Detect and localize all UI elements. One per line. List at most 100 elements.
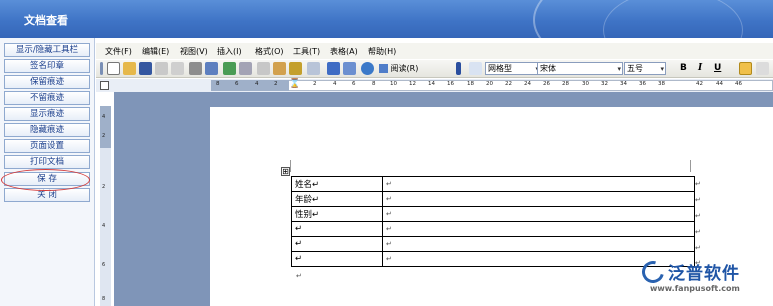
ruler-number: 2: [313, 81, 317, 87]
paragraph-mark: ↵: [695, 244, 701, 252]
print-document-button[interactable]: 打印文档: [4, 155, 90, 169]
paragraph-mark: ↵: [695, 228, 701, 236]
menu-insert[interactable]: 插入(I): [217, 46, 242, 57]
ruler-number: 36: [639, 81, 646, 87]
crop-mark: [290, 160, 291, 172]
print-icon[interactable]: [189, 62, 202, 75]
align-left-icon[interactable]: [739, 62, 752, 75]
vertical-ruler: 4 2 2 4 6 8: [100, 106, 111, 306]
crop-mark: [690, 160, 691, 172]
table-cell-label[interactable]: ↵: [291, 221, 383, 237]
show-revisions-button[interactable]: 显示痕迹: [4, 107, 90, 121]
table-style-value: 网格型: [488, 64, 512, 73]
table-cell-label[interactable]: ↵: [291, 236, 383, 252]
menu-file[interactable]: 文件(F): [105, 46, 132, 57]
cut-icon[interactable]: [257, 62, 270, 75]
hide-revisions-button[interactable]: 隐藏痕迹: [4, 123, 90, 137]
menu-edit[interactable]: 编辑(E): [142, 46, 169, 57]
ruler-number: 28: [562, 81, 569, 87]
table-row: 性别↵ ↵: [291, 206, 695, 222]
paragraph-mark: ↵: [296, 272, 302, 280]
table-move-handle-icon[interactable]: ⊞: [281, 167, 290, 176]
menu-tools[interactable]: 工具(T): [293, 46, 320, 57]
table-row: ↵ ↵: [291, 221, 695, 237]
help-icon[interactable]: [361, 62, 374, 75]
table-icon[interactable]: [343, 62, 356, 75]
signature-stamp-button[interactable]: 签名印章: [4, 59, 90, 73]
email-icon[interactable]: [171, 62, 184, 75]
ruler-number: 6: [235, 81, 239, 87]
menu-table[interactable]: 表格(A): [330, 46, 358, 57]
font-select[interactable]: 宋体 ▾: [537, 62, 623, 75]
toolbar-separator-icon: [456, 62, 461, 75]
ruler-number: 4: [102, 114, 106, 120]
ruler-number: 34: [620, 81, 627, 87]
ruler-number: 4: [102, 223, 106, 229]
title-decoration-inner: [603, 0, 743, 38]
format-painter-icon[interactable]: [289, 62, 302, 75]
table-cell-value[interactable]: ↵: [382, 206, 695, 222]
no-revisions-button[interactable]: 不留痕迹: [4, 91, 90, 105]
ruler-margin-top: [100, 106, 111, 148]
ruler-number: 44: [716, 81, 723, 87]
font-value: 宋体: [540, 64, 556, 73]
open-folder-icon[interactable]: [123, 62, 136, 75]
font-size-select[interactable]: 五号 ▾: [624, 62, 666, 75]
toggle-toolbar-button[interactable]: 显示/隐藏工具栏: [4, 43, 90, 57]
ruler-number: 4: [333, 81, 337, 87]
keep-revisions-button[interactable]: 保留痕迹: [4, 75, 90, 89]
ruler-number: 8: [102, 296, 106, 302]
table-cell-label[interactable]: 年龄↵: [291, 191, 383, 207]
ruler-number: 2: [102, 184, 106, 190]
menu-bar: 文件(F) 编辑(E) 视图(V) 插入(I) 格式(O) 工具(T) 表格(A…: [96, 43, 773, 59]
indent-marker-icon[interactable]: ⌛: [289, 79, 300, 89]
ruler-number: 42: [696, 81, 703, 87]
ruler-number: 6: [102, 262, 106, 268]
document-table: 姓名↵ ↵ 年龄↵ ↵ 性别↵ ↵ ↵ ↵ ↵ ↵ ↵ ↵: [291, 176, 695, 267]
tab-selector-icon[interactable]: [100, 81, 109, 90]
ruler-number: 16: [447, 81, 454, 87]
save-disk-icon[interactable]: [139, 62, 152, 75]
table-cell-value[interactable]: ↵: [382, 236, 695, 252]
chevron-down-icon: ▾: [660, 65, 664, 73]
paste-icon[interactable]: [273, 62, 286, 75]
font-size-value: 五号: [627, 64, 643, 73]
table-style-select[interactable]: 网格型 ▾: [485, 62, 541, 75]
watermark-url: www.fanpusoft.com: [650, 284, 740, 293]
menu-help[interactable]: 帮助(H): [368, 46, 396, 57]
table-cell-label[interactable]: 姓名↵: [291, 176, 383, 192]
table-cell-value[interactable]: ↵: [382, 221, 695, 237]
bold-button[interactable]: B: [680, 63, 687, 73]
align-center-icon[interactable]: [756, 62, 769, 75]
hyperlink-icon[interactable]: [327, 62, 340, 75]
menu-format[interactable]: 格式(O): [255, 46, 284, 57]
table-cell-label[interactable]: 性别↵: [291, 206, 383, 222]
read-icon: [379, 64, 388, 73]
ruler-number: 30: [582, 81, 589, 87]
ruler-number: 6: [352, 81, 356, 87]
table-cell-value[interactable]: ↵: [382, 176, 695, 192]
research-icon[interactable]: [239, 62, 252, 75]
brand-watermark: 泛普软件 www.fanpusoft.com: [637, 256, 773, 298]
save-highlight-circle: [1, 169, 90, 191]
chevron-down-icon: ▾: [617, 65, 621, 73]
new-document-icon[interactable]: [107, 62, 120, 75]
spelling-icon[interactable]: [223, 62, 236, 75]
table-cell-label[interactable]: ↵: [291, 251, 383, 267]
menu-view[interactable]: 视图(V): [180, 46, 208, 57]
ruler-number: 8: [372, 81, 376, 87]
permission-icon[interactable]: [155, 62, 168, 75]
underline-button[interactable]: U: [714, 63, 721, 73]
undo-icon[interactable]: [307, 62, 320, 75]
page-setup-button[interactable]: 页面设置: [4, 139, 90, 153]
ruler-number: 18: [467, 81, 474, 87]
print-preview-icon[interactable]: [205, 62, 218, 75]
styles-icon[interactable]: [469, 62, 482, 75]
italic-button[interactable]: I: [698, 63, 702, 73]
ruler-number: 2: [102, 133, 106, 139]
table-cell-value[interactable]: ↵: [382, 191, 695, 207]
ruler-number: 24: [524, 81, 531, 87]
standard-toolbar: 阅读(R) 网格型 ▾ 宋体 ▾ 五号 ▾ B I U: [96, 60, 773, 78]
read-button[interactable]: 阅读(R): [379, 62, 418, 75]
ruler-number: 10: [390, 81, 397, 87]
